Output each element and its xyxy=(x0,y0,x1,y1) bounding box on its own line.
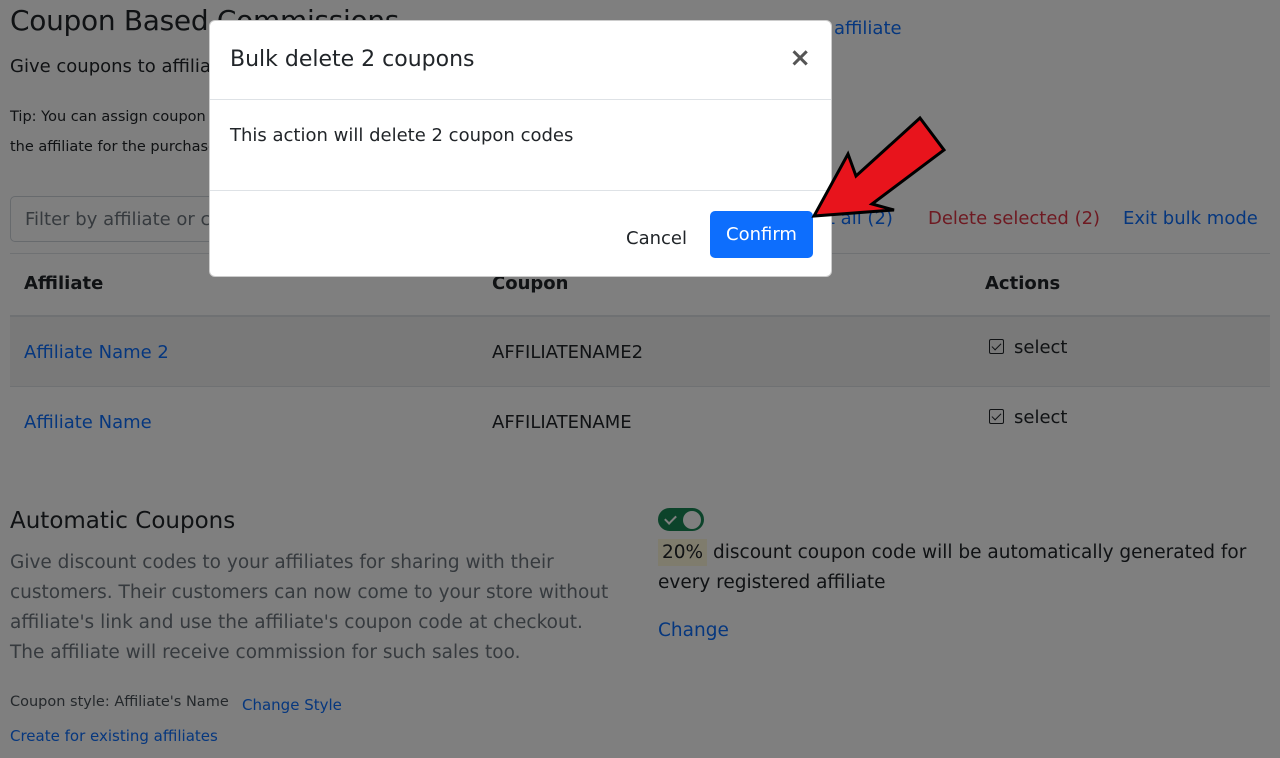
confirm-button[interactable]: Confirm xyxy=(710,211,813,258)
modal-header: Bulk delete 2 coupons × xyxy=(210,21,831,100)
cancel-button[interactable]: Cancel xyxy=(610,215,703,261)
modal-footer: Cancel Confirm xyxy=(210,190,831,278)
modal-body-text: This action will delete 2 coupon codes xyxy=(230,125,574,146)
bulk-delete-modal: Bulk delete 2 coupons × This action will… xyxy=(209,20,832,277)
page: Coupon Based Commissions Give coupons to… xyxy=(0,0,1280,758)
close-icon[interactable]: × xyxy=(789,45,811,71)
red-arrow-annotation-icon xyxy=(811,115,947,218)
modal-title: Bulk delete 2 coupons xyxy=(230,47,475,72)
